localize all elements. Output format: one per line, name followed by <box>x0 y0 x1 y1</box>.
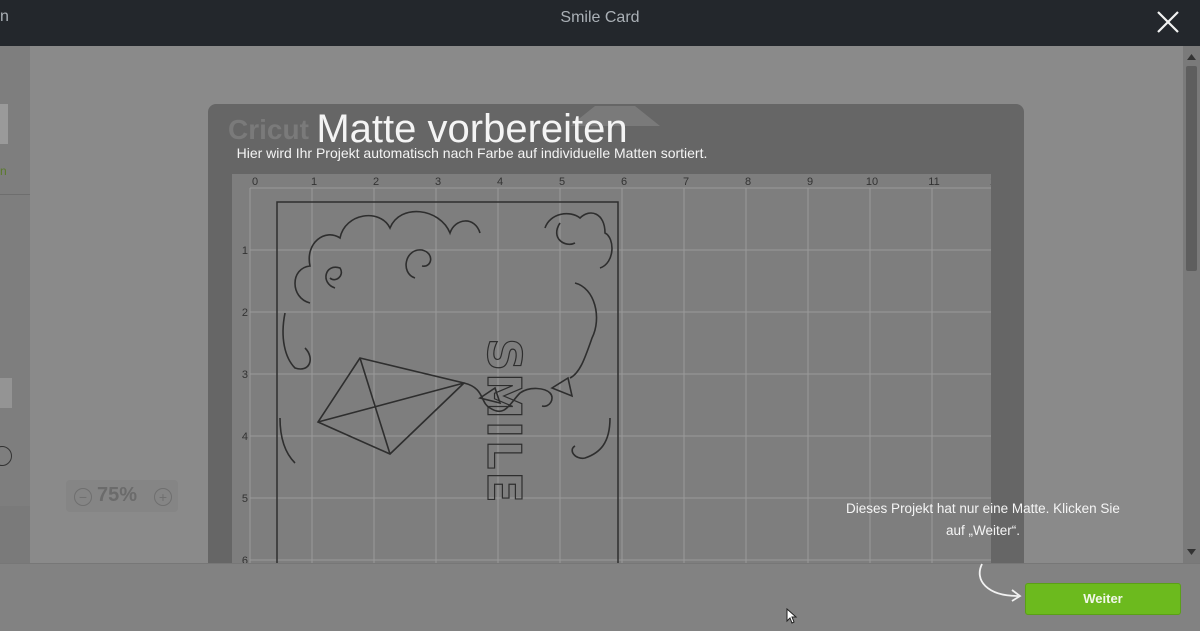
smile-design[interactable]: SMILE <box>279 210 613 505</box>
zoom-out-icon[interactable]: − <box>74 488 92 506</box>
ruler-left-label: 1 <box>242 245 248 257</box>
ruler-left-label: 5 <box>242 493 248 505</box>
design-word: SMILE <box>477 338 531 505</box>
divider <box>0 194 30 195</box>
info-message: Dieses Projekt hat nur eine Matte. Klick… <box>808 498 1158 542</box>
left-panel-input[interactable] <box>0 378 12 408</box>
scrollbar-thumb[interactable] <box>1186 66 1197 271</box>
window-title: Smile Card <box>560 9 640 26</box>
ruler-top-label: 9 <box>807 176 813 188</box>
ruler-left-label: 3 <box>242 369 248 381</box>
title-bar: n Smile Card <box>0 0 1200 46</box>
zoom-level: 75% <box>97 484 138 506</box>
continue-button[interactable]: Weiter <box>1025 583 1181 615</box>
ruler-left-label: 6 <box>242 555 248 563</box>
zoom-control: − 75% + <box>66 480 178 512</box>
radio-icon[interactable] <box>0 446 12 466</box>
info-line-2: auf „Weiter“. <box>945 523 1021 538</box>
left-panel-green-link[interactable]: n <box>0 164 7 178</box>
scroll-down-icon[interactable] <box>1183 545 1200 559</box>
ruler-left-label: 2 <box>242 307 248 319</box>
ruler-top-label: 5 <box>559 176 565 188</box>
ruler-top-label: 0 <box>252 176 258 188</box>
zoom-in-icon[interactable]: + <box>154 488 172 506</box>
curved-arrow-icon <box>978 563 1022 602</box>
ruler-top-label: 4 <box>497 176 503 188</box>
page-subtitle: Hier wird Ihr Projekt automatisch nach F… <box>236 145 708 161</box>
ruler-left-label: 4 <box>242 431 248 443</box>
info-line-1: Dieses Projekt hat nur eine Matte. Klick… <box>846 501 1120 516</box>
ruler-top-label: 7 <box>683 176 689 188</box>
ruler-top-label: 3 <box>435 176 441 188</box>
card-outline[interactable] <box>276 201 619 563</box>
ruler-top-label: 12 <box>990 176 991 188</box>
mouse-cursor-icon <box>786 608 798 624</box>
close-button[interactable] <box>1154 8 1182 36</box>
scroll-up-icon[interactable] <box>1183 50 1200 64</box>
ruler-top-label: 8 <box>745 176 751 188</box>
ruler-top-label: 2 <box>373 176 379 188</box>
close-icon <box>1157 11 1179 33</box>
ruler-top-label: 11 <box>928 176 939 188</box>
ruler-top-label: 1 <box>311 176 317 188</box>
ruler-top-label: 6 <box>621 176 627 188</box>
ruler-top-label: 10 <box>866 176 878 188</box>
